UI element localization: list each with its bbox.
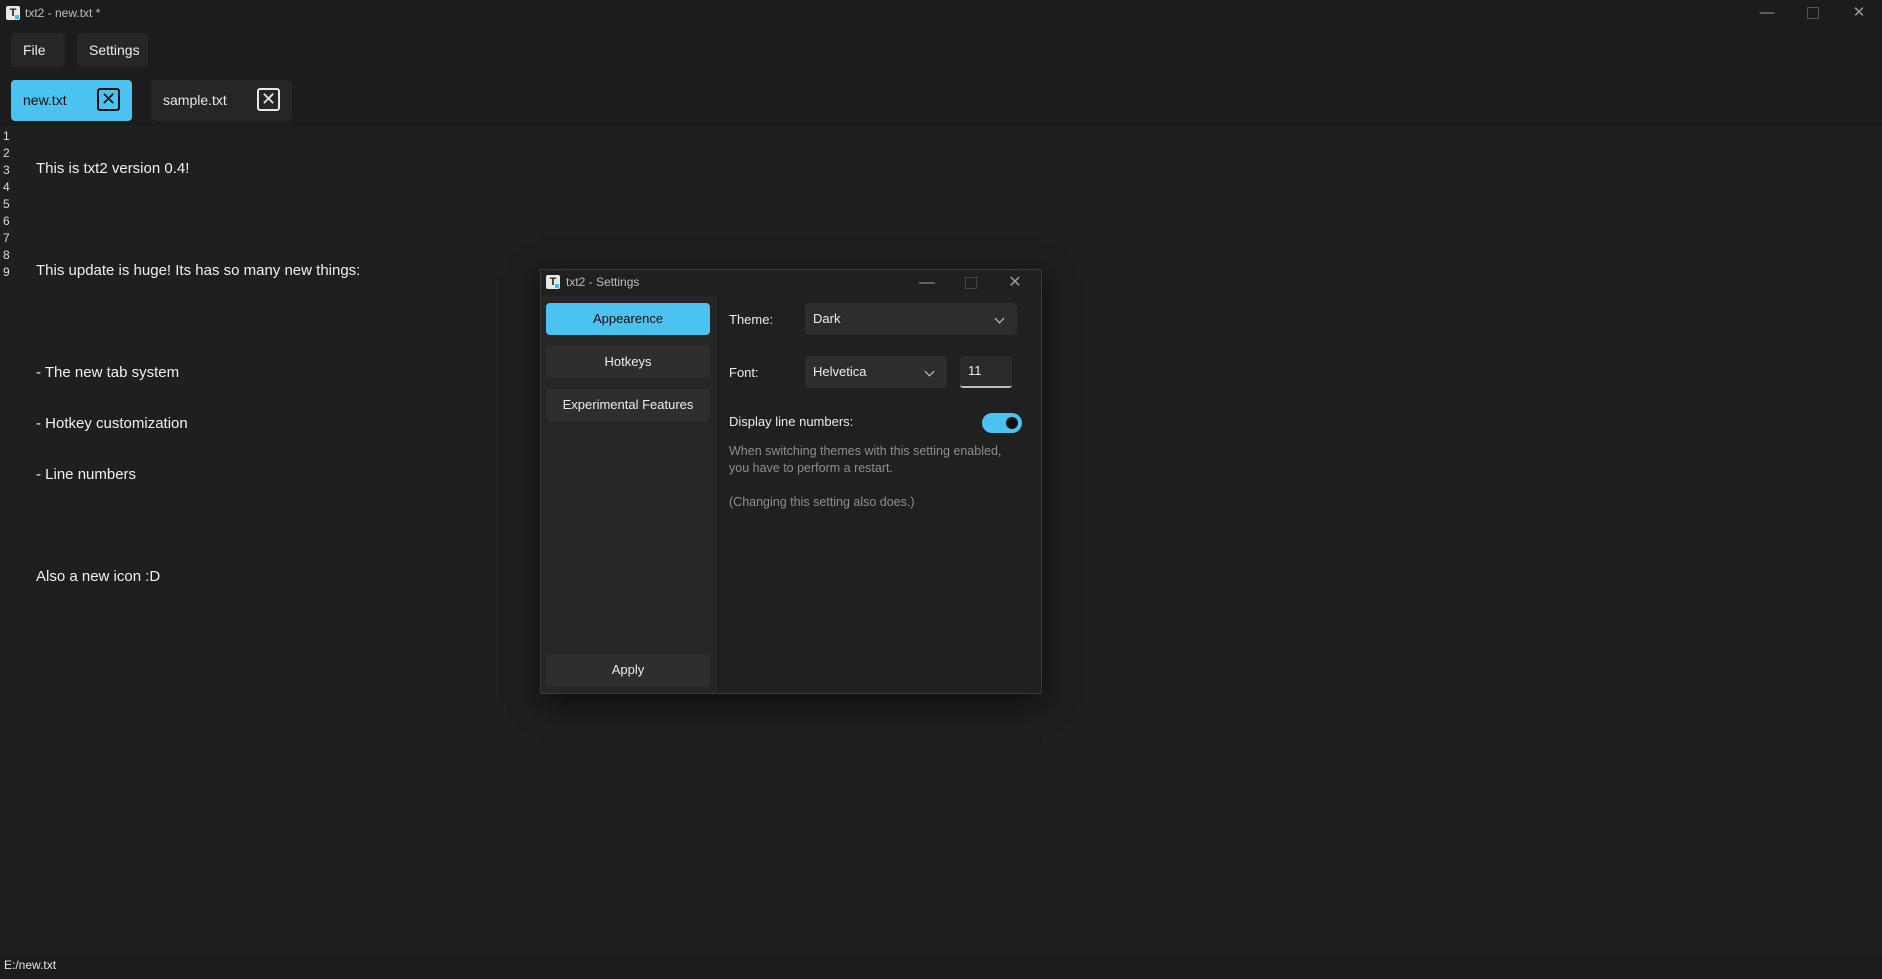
text-line: This update is huge! Its has so many new… xyxy=(36,262,361,279)
line-number: 5 xyxy=(3,197,10,211)
settings-dialog: T txt2 - Settings — ✕ Appearence Hotkeys… xyxy=(540,269,1042,694)
theme-select-value: Dark xyxy=(813,311,841,326)
close-tab-icon[interactable]: ✕ xyxy=(97,88,120,111)
tab-label: sample.txt xyxy=(163,92,227,108)
tab-new-txt[interactable]: new.txt ✕ xyxy=(11,80,132,121)
text-line xyxy=(36,211,360,228)
font-label: Font: xyxy=(729,365,759,380)
appearance-panel: Theme: Dark Font: Helvetica 11 Display l… xyxy=(717,296,1041,693)
settings-title: txt2 - Settings xyxy=(566,275,640,289)
maximize-button[interactable] xyxy=(1790,0,1836,26)
restart-note-line: When switching themes with this setting … xyxy=(729,444,1002,458)
font-select[interactable]: Helvetica xyxy=(805,356,947,388)
line-number: 3 xyxy=(3,163,10,177)
minimize-button[interactable]: — xyxy=(1744,0,1790,26)
line-number: 4 xyxy=(3,180,10,194)
line-number-gutter: 1 2 3 4 5 6 7 8 9 xyxy=(3,128,10,281)
tab-sample-txt[interactable]: sample.txt ✕ xyxy=(151,80,292,121)
settings-close-button[interactable]: ✕ xyxy=(993,270,1037,296)
line-numbers-label: Display line numbers: xyxy=(729,414,854,429)
text-line: This is txt2 version 0.4! xyxy=(36,160,190,177)
maximize-icon xyxy=(1807,7,1819,20)
file-menu-label: File xyxy=(23,42,46,58)
hotkeys-tab-button[interactable]: Hotkeys xyxy=(546,346,710,378)
line-number: 8 xyxy=(3,248,10,262)
theme-select[interactable]: Dark xyxy=(805,303,1017,335)
file-menu-button[interactable]: File xyxy=(11,33,65,88)
restart-note-line: (Changing this setting also does.) xyxy=(729,495,915,509)
text-line xyxy=(36,313,360,330)
settings-title-bar: T txt2 - Settings — ✕ xyxy=(541,270,1041,296)
settings-sidebar: Appearence Hotkeys Experimental Features… xyxy=(541,296,717,693)
text-line: - Hotkey customization xyxy=(36,415,188,432)
settings-minimize-button[interactable]: — xyxy=(905,270,949,296)
restart-note-line: you have to perform a restart. xyxy=(729,461,893,475)
font-select-value: Helvetica xyxy=(813,364,867,379)
settings-menu-button[interactable]: Settings xyxy=(77,33,148,67)
line-numbers-toggle[interactable] xyxy=(982,413,1022,433)
line-number: 7 xyxy=(3,231,10,245)
line-number: 6 xyxy=(3,214,10,228)
toggle-knob xyxy=(1006,417,1018,429)
editor-content[interactable]: This is txt2 version 0.4! This update is… xyxy=(36,126,360,619)
apply-button[interactable]: Apply xyxy=(546,654,710,686)
text-line: - Line numbers xyxy=(36,466,137,483)
tab-label: new.txt xyxy=(23,92,67,108)
text-line: - The new tab system xyxy=(36,364,180,381)
text-line: Also a new icon :D xyxy=(36,568,161,585)
theme-label: Theme: xyxy=(729,312,774,327)
text-line xyxy=(36,517,360,534)
settings-maximize-button[interactable] xyxy=(949,270,993,296)
chevron-down-icon xyxy=(994,313,1005,324)
status-file-path: E:/new.txt xyxy=(4,958,57,972)
close-window-button[interactable]: ✕ xyxy=(1836,0,1882,26)
app-icon: T xyxy=(6,6,20,20)
experimental-features-tab-button[interactable]: Experimental Features xyxy=(546,389,710,421)
settings-menu-label: Settings xyxy=(89,42,140,58)
line-number: 9 xyxy=(3,265,10,279)
maximize-icon xyxy=(965,276,977,289)
appearance-tab-button[interactable]: Appearence xyxy=(546,303,710,335)
font-size-input[interactable]: 11 xyxy=(960,356,1012,388)
line-number: 1 xyxy=(3,129,10,143)
line-number: 2 xyxy=(3,146,10,160)
chevron-down-icon xyxy=(924,366,935,377)
app-icon: T xyxy=(546,275,560,289)
close-tab-icon[interactable]: ✕ xyxy=(257,88,280,111)
main-title-bar: T txt2 - new.txt * — ✕ xyxy=(0,0,1882,26)
window-title: txt2 - new.txt * xyxy=(25,6,101,20)
